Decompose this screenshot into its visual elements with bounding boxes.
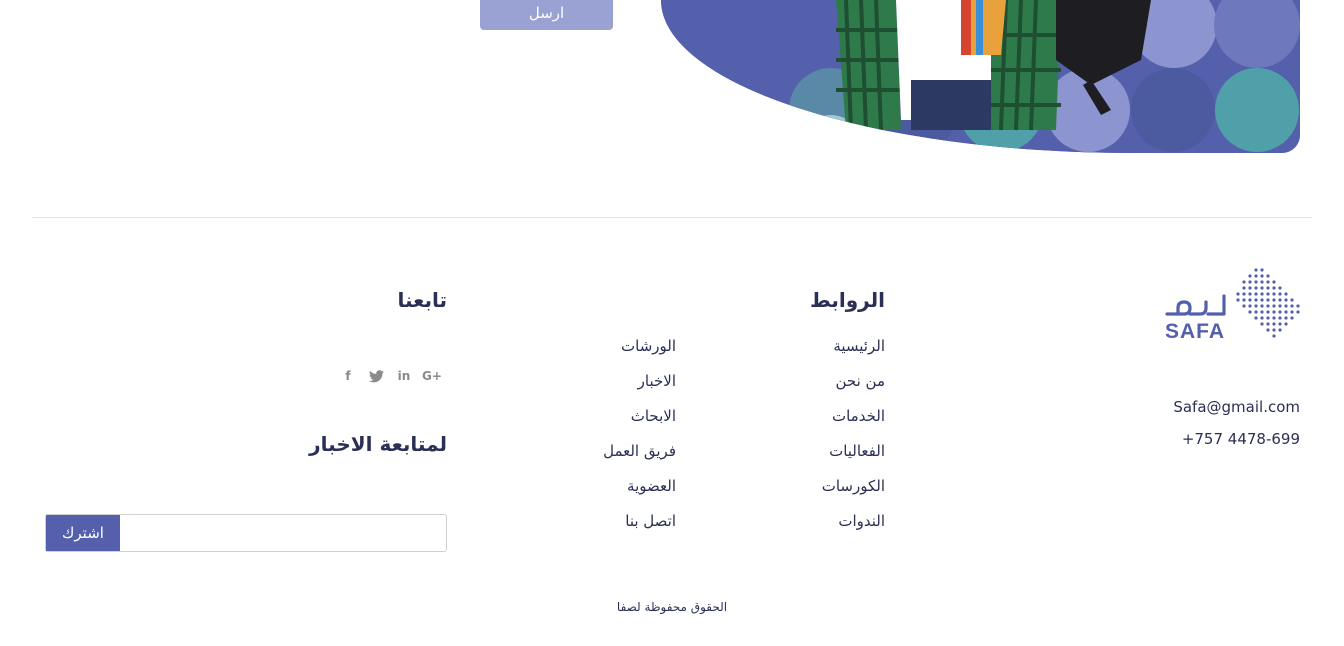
- contact-email[interactable]: Safa@gmail.com: [1173, 398, 1300, 416]
- copyright-text: الحقوق محفوظة لصفا: [616, 600, 728, 614]
- links-column-2: الورشات الاخبار الابحاث فريق العمل العضو…: [603, 337, 676, 547]
- links-column-1: الرئيسية من نحن الخدمات الفعاليات الكورس…: [822, 337, 885, 547]
- facebook-icon[interactable]: f: [340, 368, 356, 384]
- send-button[interactable]: ارسل: [480, 0, 613, 30]
- footer-link-contact[interactable]: اتصل بنا: [603, 512, 676, 547]
- footer-link-services[interactable]: الخدمات: [822, 407, 885, 442]
- hero-illustration: [661, 0, 1300, 153]
- safa-logo[interactable]: SAFA: [1164, 266, 1301, 343]
- footer-link-team[interactable]: فريق العمل: [603, 442, 676, 477]
- follow-heading: تابعنا: [397, 288, 448, 312]
- links-heading: الروابط: [809, 288, 885, 312]
- footer-link-events[interactable]: الفعاليات: [822, 442, 885, 477]
- footer-link-workshops[interactable]: الورشات: [603, 337, 676, 372]
- footer-link-research[interactable]: الابحاث: [603, 407, 676, 442]
- newsletter-heading: لمتابعة الاخبار: [309, 432, 447, 456]
- contact-phone[interactable]: +757 4478-699: [1182, 430, 1300, 448]
- newsletter-email-input[interactable]: [120, 515, 446, 551]
- footer-link-home[interactable]: الرئيسية: [822, 337, 885, 372]
- social-icons: f in G+: [340, 368, 442, 384]
- footer-link-about[interactable]: من نحن: [822, 372, 886, 407]
- twitter-icon[interactable]: [368, 368, 384, 384]
- subscribe-button[interactable]: اشترك: [46, 515, 120, 551]
- google-plus-icon[interactable]: G+: [422, 368, 442, 384]
- linkedin-icon[interactable]: in: [396, 368, 412, 384]
- logo-mark: SAFA: [1165, 268, 1300, 343]
- footer-link-seminars[interactable]: الندوات: [822, 512, 885, 547]
- hero-image: [661, 0, 1300, 153]
- footer-divider: [32, 217, 1312, 218]
- footer-link-news[interactable]: الاخبار: [603, 372, 676, 407]
- footer-link-courses[interactable]: الكورسات: [822, 477, 885, 512]
- subscribe-form: اشترك: [45, 514, 447, 552]
- logo-text: SAFA: [1165, 320, 1225, 342]
- footer-link-membership[interactable]: العضوية: [603, 477, 676, 512]
